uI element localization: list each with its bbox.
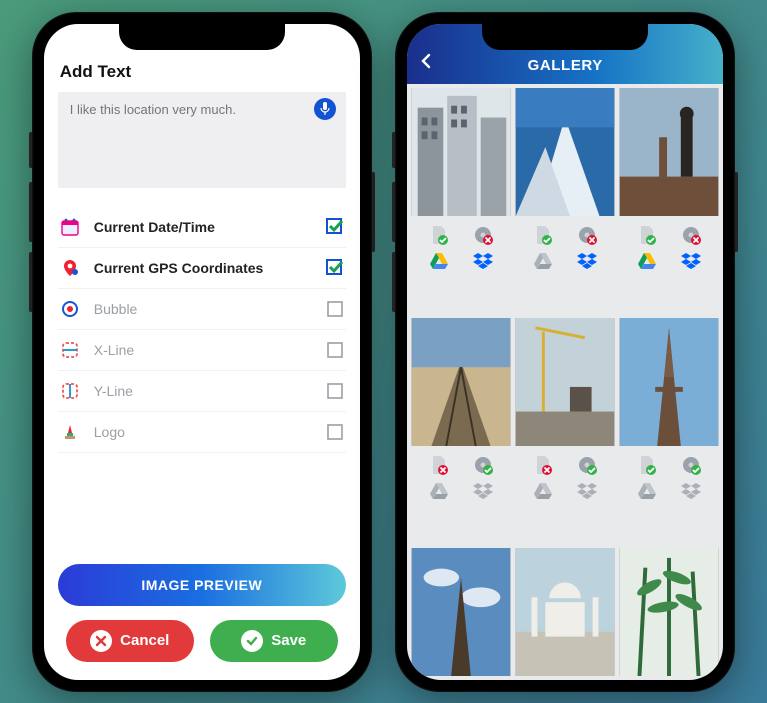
dropbox-icon[interactable] (680, 250, 702, 272)
google-drive-icon[interactable] (636, 250, 658, 272)
yline-icon (60, 381, 80, 401)
doc-status-icon[interactable] (636, 454, 658, 476)
logo-icon (60, 422, 80, 442)
google-drive-icon[interactable] (532, 250, 554, 272)
disc-status-icon[interactable] (680, 224, 702, 246)
mic-button[interactable] (314, 98, 336, 120)
dropbox-icon[interactable] (472, 250, 494, 272)
gallery-thumb[interactable] (515, 88, 615, 216)
gallery-thumb[interactable] (515, 318, 615, 446)
thumb-badge-bar (515, 220, 615, 276)
doc-status-icon[interactable] (636, 224, 658, 246)
dropbox-icon[interactable] (576, 480, 598, 502)
option-label: Current GPS Coordinates (94, 260, 326, 276)
option-row-xline[interactable]: X-Line (58, 330, 346, 371)
phone-add-text: Add Text Current Date/Time Current GPS Co… (32, 12, 372, 692)
gallery-thumb[interactable] (515, 548, 615, 676)
thumb-badge-bar (411, 450, 511, 506)
gallery-thumb[interactable] (619, 548, 719, 676)
thumb-badge-bar (411, 220, 511, 276)
cancel-button[interactable]: Cancel (66, 620, 194, 662)
thumb-badge-bar (515, 450, 615, 506)
note-input[interactable] (58, 92, 346, 188)
google-drive-icon[interactable] (532, 480, 554, 502)
thumb-badge-bar (619, 450, 719, 506)
option-row-yline[interactable]: Y-Line (58, 371, 346, 412)
check-icon (241, 630, 263, 652)
google-drive-icon[interactable] (636, 480, 658, 502)
notch (119, 24, 285, 50)
option-row-gps-pin[interactable]: Current GPS Coordinates (58, 248, 346, 289)
option-label: Logo (94, 424, 326, 440)
gallery-thumb[interactable] (411, 548, 511, 676)
disc-status-icon[interactable] (576, 454, 598, 476)
option-label: Y-Line (94, 383, 326, 399)
save-label: Save (271, 632, 306, 649)
close-icon (90, 630, 112, 652)
phone-gallery: GALLERY (395, 12, 735, 692)
doc-status-icon[interactable] (532, 224, 554, 246)
option-row-calendar[interactable]: Current Date/Time (58, 207, 346, 248)
gallery-thumb[interactable] (411, 88, 511, 216)
doc-status-icon[interactable] (532, 454, 554, 476)
bubble-icon (60, 299, 80, 319)
option-row-logo[interactable]: Logo (58, 412, 346, 453)
option-label: Current Date/Time (94, 219, 326, 235)
dropbox-icon[interactable] (680, 480, 702, 502)
checkbox[interactable] (326, 423, 344, 441)
screen-title: Add Text (60, 62, 346, 82)
doc-status-icon[interactable] (428, 224, 450, 246)
checkbox[interactable] (326, 341, 344, 359)
calendar-icon (60, 217, 80, 237)
xline-icon (60, 340, 80, 360)
back-button[interactable] (419, 53, 433, 74)
option-label: Bubble (94, 301, 326, 317)
image-preview-button[interactable]: IMAGE PREVIEW (58, 564, 346, 606)
gallery-thumb[interactable] (411, 318, 511, 446)
doc-status-icon[interactable] (428, 454, 450, 476)
dropbox-icon[interactable] (576, 250, 598, 272)
google-drive-icon[interactable] (428, 480, 450, 502)
gallery-title: GALLERY (528, 57, 603, 74)
disc-status-icon[interactable] (472, 224, 494, 246)
disc-status-icon[interactable] (680, 454, 702, 476)
save-button[interactable]: Save (210, 620, 338, 662)
cancel-label: Cancel (120, 632, 169, 649)
notch (482, 24, 648, 50)
gallery-thumb[interactable] (619, 318, 719, 446)
checkbox[interactable] (326, 300, 344, 318)
gps-pin-icon (60, 258, 80, 278)
disc-status-icon[interactable] (576, 224, 598, 246)
option-label: X-Line (94, 342, 326, 358)
gallery-thumb[interactable] (619, 88, 719, 216)
google-drive-icon[interactable] (428, 250, 450, 272)
option-row-bubble[interactable]: Bubble (58, 289, 346, 330)
checkbox[interactable] (326, 218, 344, 236)
checkbox[interactable] (326, 382, 344, 400)
checkbox[interactable] (326, 259, 344, 277)
thumb-badge-bar (619, 220, 719, 276)
dropbox-icon[interactable] (472, 480, 494, 502)
disc-status-icon[interactable] (472, 454, 494, 476)
